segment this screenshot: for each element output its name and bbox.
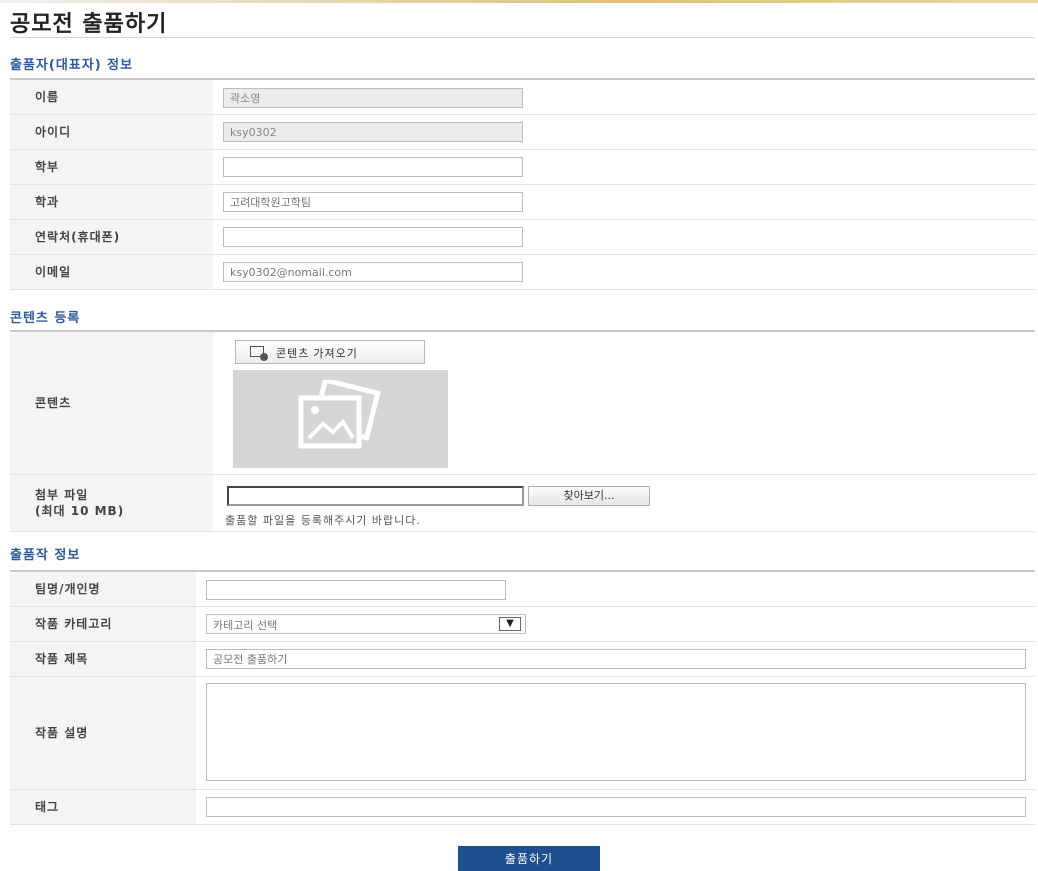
category-label: 작품 카테고리 (35, 617, 113, 631)
phone-row: 연락처(휴대폰) (10, 220, 1035, 255)
faculty-row: 학부 (10, 150, 1035, 185)
work-info-table: 팀명/개인명 작품 카테고리 카테고리 선택 ▼ 작품 제목 작품 설명 태그 (10, 570, 1035, 825)
import-content-label: 콘텐츠 가져오기 (276, 348, 358, 360)
team-field[interactable] (206, 580, 506, 600)
faculty-field[interactable] (223, 157, 523, 177)
email-label: 이메일 (35, 265, 72, 279)
page-title: 공모전 출품하기 (10, 12, 168, 37)
category-row: 작품 카테고리 카테고리 선택 ▼ (10, 607, 1035, 642)
work-title-label-cell: 작품 제목 (10, 642, 196, 676)
content-label: 콘텐츠 (35, 396, 72, 410)
team-row: 팀명/개인명 (10, 572, 1035, 607)
id-row: 아이디 (10, 115, 1035, 150)
description-textarea[interactable] (206, 683, 1026, 781)
department-label-cell: 학과 (10, 185, 213, 219)
department-row: 학과 (10, 185, 1035, 220)
import-image-icon (250, 346, 268, 361)
email-field[interactable] (223, 262, 523, 282)
attachment-file-field[interactable] (227, 486, 524, 506)
category-select[interactable]: 카테고리 선택 ▼ (206, 614, 526, 634)
id-label: 아이디 (35, 125, 72, 139)
id-label-cell: 아이디 (10, 115, 213, 149)
browse-button[interactable]: 찾아보기... (528, 486, 650, 506)
attachment-help-text: 출품할 파일을 등록해주시기 바랍니다. (225, 514, 421, 527)
team-label-cell: 팀명/개인명 (10, 572, 196, 606)
faculty-label: 학부 (35, 160, 60, 174)
section-title-author: 출품자(대표자) 정보 (10, 58, 134, 73)
email-label-cell: 이메일 (10, 255, 213, 289)
chevron-down-icon[interactable]: ▼ (499, 617, 521, 631)
attachment-label-cell: 첨부 파일 (최대 10 MB) (10, 475, 213, 531)
department-label: 학과 (35, 195, 60, 209)
attachment-label: 첨부 파일 (최대 10 MB) (35, 488, 125, 518)
image-placeholder-icon (298, 380, 381, 449)
tags-field[interactable] (206, 797, 1026, 817)
work-title-row: 작품 제목 (10, 642, 1035, 677)
phone-label-cell: 연락처(휴대폰) (10, 220, 213, 254)
description-label-cell: 작품 설명 (10, 677, 196, 789)
attachment-row: 첨부 파일 (최대 10 MB) 찾아보기... 출품할 파일을 등록해주시기 … (10, 475, 1035, 532)
top-accent-line (0, 0, 1038, 3)
name-field[interactable] (223, 88, 523, 108)
name-label: 이름 (35, 90, 60, 104)
faculty-label-cell: 학부 (10, 150, 213, 184)
name-row: 이름 (10, 80, 1035, 115)
content-row: 콘텐츠 콘텐츠 가져오기 (10, 332, 1035, 475)
section-title-content: 콘텐츠 등록 (10, 311, 81, 326)
department-field[interactable] (223, 192, 523, 212)
tags-label-cell: 태그 (10, 790, 196, 824)
submit-button[interactable]: 출품하기 (458, 846, 600, 871)
import-content-button[interactable]: 콘텐츠 가져오기 (235, 340, 425, 364)
content-label-cell: 콘텐츠 (10, 332, 213, 474)
work-title-field[interactable] (206, 649, 1026, 669)
work-title-label: 작품 제목 (35, 652, 89, 666)
category-label-cell: 작품 카테고리 (10, 607, 196, 641)
phone-field[interactable] (223, 227, 523, 247)
description-row: 작품 설명 (10, 677, 1035, 790)
title-divider (10, 37, 1035, 38)
tags-label: 태그 (35, 800, 60, 814)
id-field[interactable] (223, 122, 523, 142)
team-label: 팀명/개인명 (35, 582, 101, 596)
content-thumbnail (233, 370, 448, 468)
tags-row: 태그 (10, 790, 1035, 825)
author-info-table: 이름 아이디 학부 학과 연락처(휴대폰) 이메일 (10, 78, 1035, 290)
email-row: 이메일 (10, 255, 1035, 290)
name-label-cell: 이름 (10, 80, 213, 114)
phone-label: 연락처(휴대폰) (35, 230, 121, 244)
category-selected-value: 카테고리 선택 (213, 619, 278, 632)
section-title-work: 출품작 정보 (10, 548, 81, 563)
description-label: 작품 설명 (35, 726, 89, 740)
content-table: 콘텐츠 콘텐츠 가져오기 첨부 파일 (최대 10 MB) 찾아보기... 출품… (10, 330, 1035, 532)
